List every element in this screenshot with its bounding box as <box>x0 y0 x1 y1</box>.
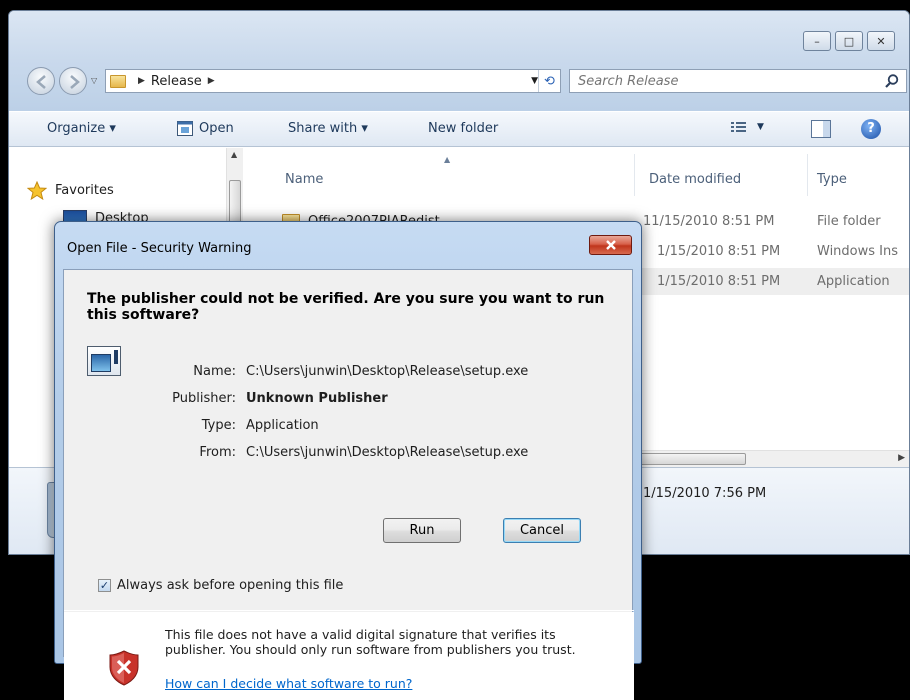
file-type: Windows Ins <box>817 244 899 259</box>
scroll-right-icon[interactable]: ▶ <box>898 453 905 463</box>
column-header-date[interactable]: Date modified <box>649 172 741 187</box>
file-date: 1/15/2010 8:51 PM <box>657 244 781 259</box>
field-value: C:\Users\junwin\Desktop\Release\setup.ex… <box>246 445 529 460</box>
forward-arrow-icon <box>70 75 80 89</box>
address-dropdown-icon[interactable]: ▼ <box>531 76 538 86</box>
security-warning-dialog: Open File - Security Warning The publish… <box>54 221 642 700</box>
new-folder-button[interactable]: New folder <box>428 121 498 136</box>
maximize-button[interactable]: □ <box>835 31 863 51</box>
cancel-button[interactable]: Cancel <box>503 518 581 543</box>
folder-icon <box>110 74 126 88</box>
help-icon[interactable]: ? <box>861 119 881 139</box>
field-name: Name: C:\Users\junwin\Desktop\Release\se… <box>64 364 624 382</box>
star-icon <box>27 181 47 200</box>
help-link[interactable]: How can I decide what software to run? <box>165 676 412 691</box>
file-type: Application <box>817 274 890 289</box>
organize-button[interactable]: Organize ▾ <box>47 121 116 136</box>
horizontal-scrollbar[interactable]: ▶ <box>634 450 909 467</box>
scrollbar-thumb[interactable] <box>636 453 746 465</box>
file-date: 11/15/2010 8:51 PM <box>643 214 775 229</box>
dialog-close-button[interactable] <box>589 235 632 255</box>
field-label: Type: <box>201 418 236 433</box>
refresh-icon[interactable]: ⟲ <box>538 70 560 92</box>
file-type: File folder <box>817 214 881 229</box>
close-icon <box>605 240 616 250</box>
address-bar[interactable]: ▶ Release ▶ ▼ ⟲ <box>105 69 561 93</box>
field-type: Type: Application <box>64 418 624 436</box>
shield-error-icon <box>109 650 139 686</box>
file-date: 1/15/2010 8:51 PM <box>657 274 781 289</box>
details-date: 1/15/2010 7:56 PM <box>643 486 767 501</box>
breadcrumb-separator-icon[interactable]: ▶ <box>208 76 215 86</box>
details-view-icon <box>731 122 746 132</box>
field-publisher: Publisher: Unknown Publisher <box>64 391 624 409</box>
preview-pane-icon[interactable] <box>811 120 831 138</box>
share-with-button[interactable]: Share with ▾ <box>288 121 368 136</box>
field-value: Unknown Publisher <box>246 391 388 406</box>
field-label: From: <box>199 445 236 460</box>
divider <box>64 610 634 611</box>
column-header-name[interactable]: Name <box>285 172 323 187</box>
scroll-up-icon[interactable]: ▲ <box>231 150 237 159</box>
breadcrumb-release[interactable]: Release <box>151 74 202 89</box>
command-bar: Organize ▾ Open Share with ▾ New folder … <box>9 111 909 147</box>
always-ask-checkbox[interactable]: ✓ <box>98 579 111 592</box>
sort-ascending-icon: ▲ <box>444 155 451 164</box>
caption-buttons: – □ ✕ <box>803 31 895 51</box>
nav-item-label: Favorites <box>55 183 114 198</box>
search-input[interactable] <box>570 70 870 92</box>
field-label: Publisher: <box>172 391 236 406</box>
field-value: Application <box>246 418 319 433</box>
column-divider[interactable] <box>807 154 808 196</box>
field-from: From: C:\Users\junwin\Desktop\Release\se… <box>64 445 624 463</box>
search-box[interactable] <box>569 69 907 93</box>
column-header-type[interactable]: Type <box>817 172 847 187</box>
recent-pages-dropdown-icon[interactable]: ▽ <box>91 76 97 85</box>
run-button[interactable]: Run <box>383 518 461 543</box>
open-button-label: Open <box>199 121 234 136</box>
warning-footer-text: This file does not have a valid digital … <box>165 627 576 657</box>
views-dropdown-icon: ▼ <box>757 122 764 132</box>
dialog-body: The publisher could not be verified. Are… <box>63 269 634 700</box>
views-button[interactable]: ▼ <box>731 121 764 133</box>
field-label: Name: <box>193 364 236 379</box>
field-value: C:\Users\junwin\Desktop\Release\setup.ex… <box>246 364 529 379</box>
always-ask-label: Always ask before opening this file <box>117 578 344 593</box>
nav-item-favorites[interactable]: Favorites <box>27 181 114 200</box>
window-frame <box>9 11 909 111</box>
search-icon[interactable] <box>884 73 900 89</box>
warning-heading: The publisher could not be verified. Are… <box>87 291 605 323</box>
back-arrow-icon <box>36 75 46 89</box>
dialog-title: Open File - Security Warning <box>67 241 252 256</box>
open-button[interactable]: Open <box>177 121 234 136</box>
breadcrumb-separator-icon[interactable]: ▶ <box>138 76 145 86</box>
always-ask-option[interactable]: ✓ Always ask before opening this file <box>98 578 343 593</box>
minimize-button[interactable]: – <box>803 31 831 51</box>
column-divider[interactable] <box>634 154 635 196</box>
close-window-button[interactable]: ✕ <box>867 31 895 51</box>
open-app-icon <box>177 121 193 136</box>
back-button[interactable] <box>27 67 55 95</box>
navigation-row: ▽ ▶ Release ▶ ▼ ⟲ <box>21 66 909 96</box>
forward-button[interactable] <box>59 67 87 95</box>
